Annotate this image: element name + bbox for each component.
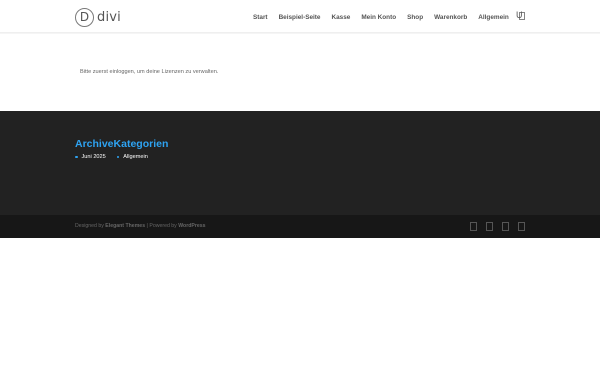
wordpress-link[interactable]: WordPress xyxy=(178,223,205,229)
site-logo[interactable]: D divi xyxy=(75,7,121,27)
bullet-icon xyxy=(116,155,120,159)
main-content: Bitte zuerst einloggen, um deine Lizenze… xyxy=(0,34,600,111)
footer-category-label: Allgemein xyxy=(123,154,148,160)
google-plus-icon[interactable] xyxy=(502,221,509,231)
login-notice: Bitte zuerst einloggen, um deine Lizenze… xyxy=(80,69,219,75)
nav-item-warenkorb[interactable]: Warenkorb xyxy=(434,14,467,21)
main-navigation: Start Beispiel-Seite Kasse Mein Konto Sh… xyxy=(253,12,525,22)
site-footer: ArchiveKategorien Juni 2025 Allgemein xyxy=(0,111,600,215)
nav-item-shop[interactable]: Shop xyxy=(407,14,423,21)
elegant-themes-link[interactable]: Elegant Themes xyxy=(105,223,145,229)
footer-widget-list: Juni 2025 Allgemein xyxy=(75,154,148,160)
logo-circle-icon: D xyxy=(75,7,94,27)
footer-credits: Designed by Elegant Themes | Powered by … xyxy=(75,223,206,229)
twitter-icon[interactable] xyxy=(486,221,493,231)
facebook-icon[interactable] xyxy=(470,221,477,231)
footer-bottom-bar: Designed by Elegant Themes | Powered by … xyxy=(0,215,600,238)
nav-item-mein-konto[interactable]: Mein Konto xyxy=(361,14,396,21)
nav-item-start[interactable]: Start xyxy=(253,14,268,21)
footer-widget-title: ArchiveKategorien xyxy=(75,138,169,150)
nav-item-kasse[interactable]: Kasse xyxy=(331,14,350,21)
credits-separator: | xyxy=(146,223,148,229)
social-icons xyxy=(470,221,525,231)
footer-category-link[interactable]: Allgemein xyxy=(116,154,148,160)
rss-icon[interactable] xyxy=(518,221,525,231)
credits-designed-by: Designed by xyxy=(75,223,104,229)
nav-item-allgemein[interactable]: Allgemein xyxy=(478,14,509,21)
search-icon[interactable]: U xyxy=(516,10,523,20)
nav-item-beispiel-seite[interactable]: Beispiel-Seite xyxy=(279,14,321,21)
bullet-icon xyxy=(75,155,78,159)
logo-text: divi xyxy=(97,9,121,25)
footer-archive-label: Juni 2025 xyxy=(81,154,106,160)
site-header: D divi Start Beispiel-Seite Kasse Mein K… xyxy=(0,0,600,33)
credits-powered-by: Powered by xyxy=(149,223,177,229)
footer-archive-link[interactable]: Juni 2025 xyxy=(75,154,106,160)
